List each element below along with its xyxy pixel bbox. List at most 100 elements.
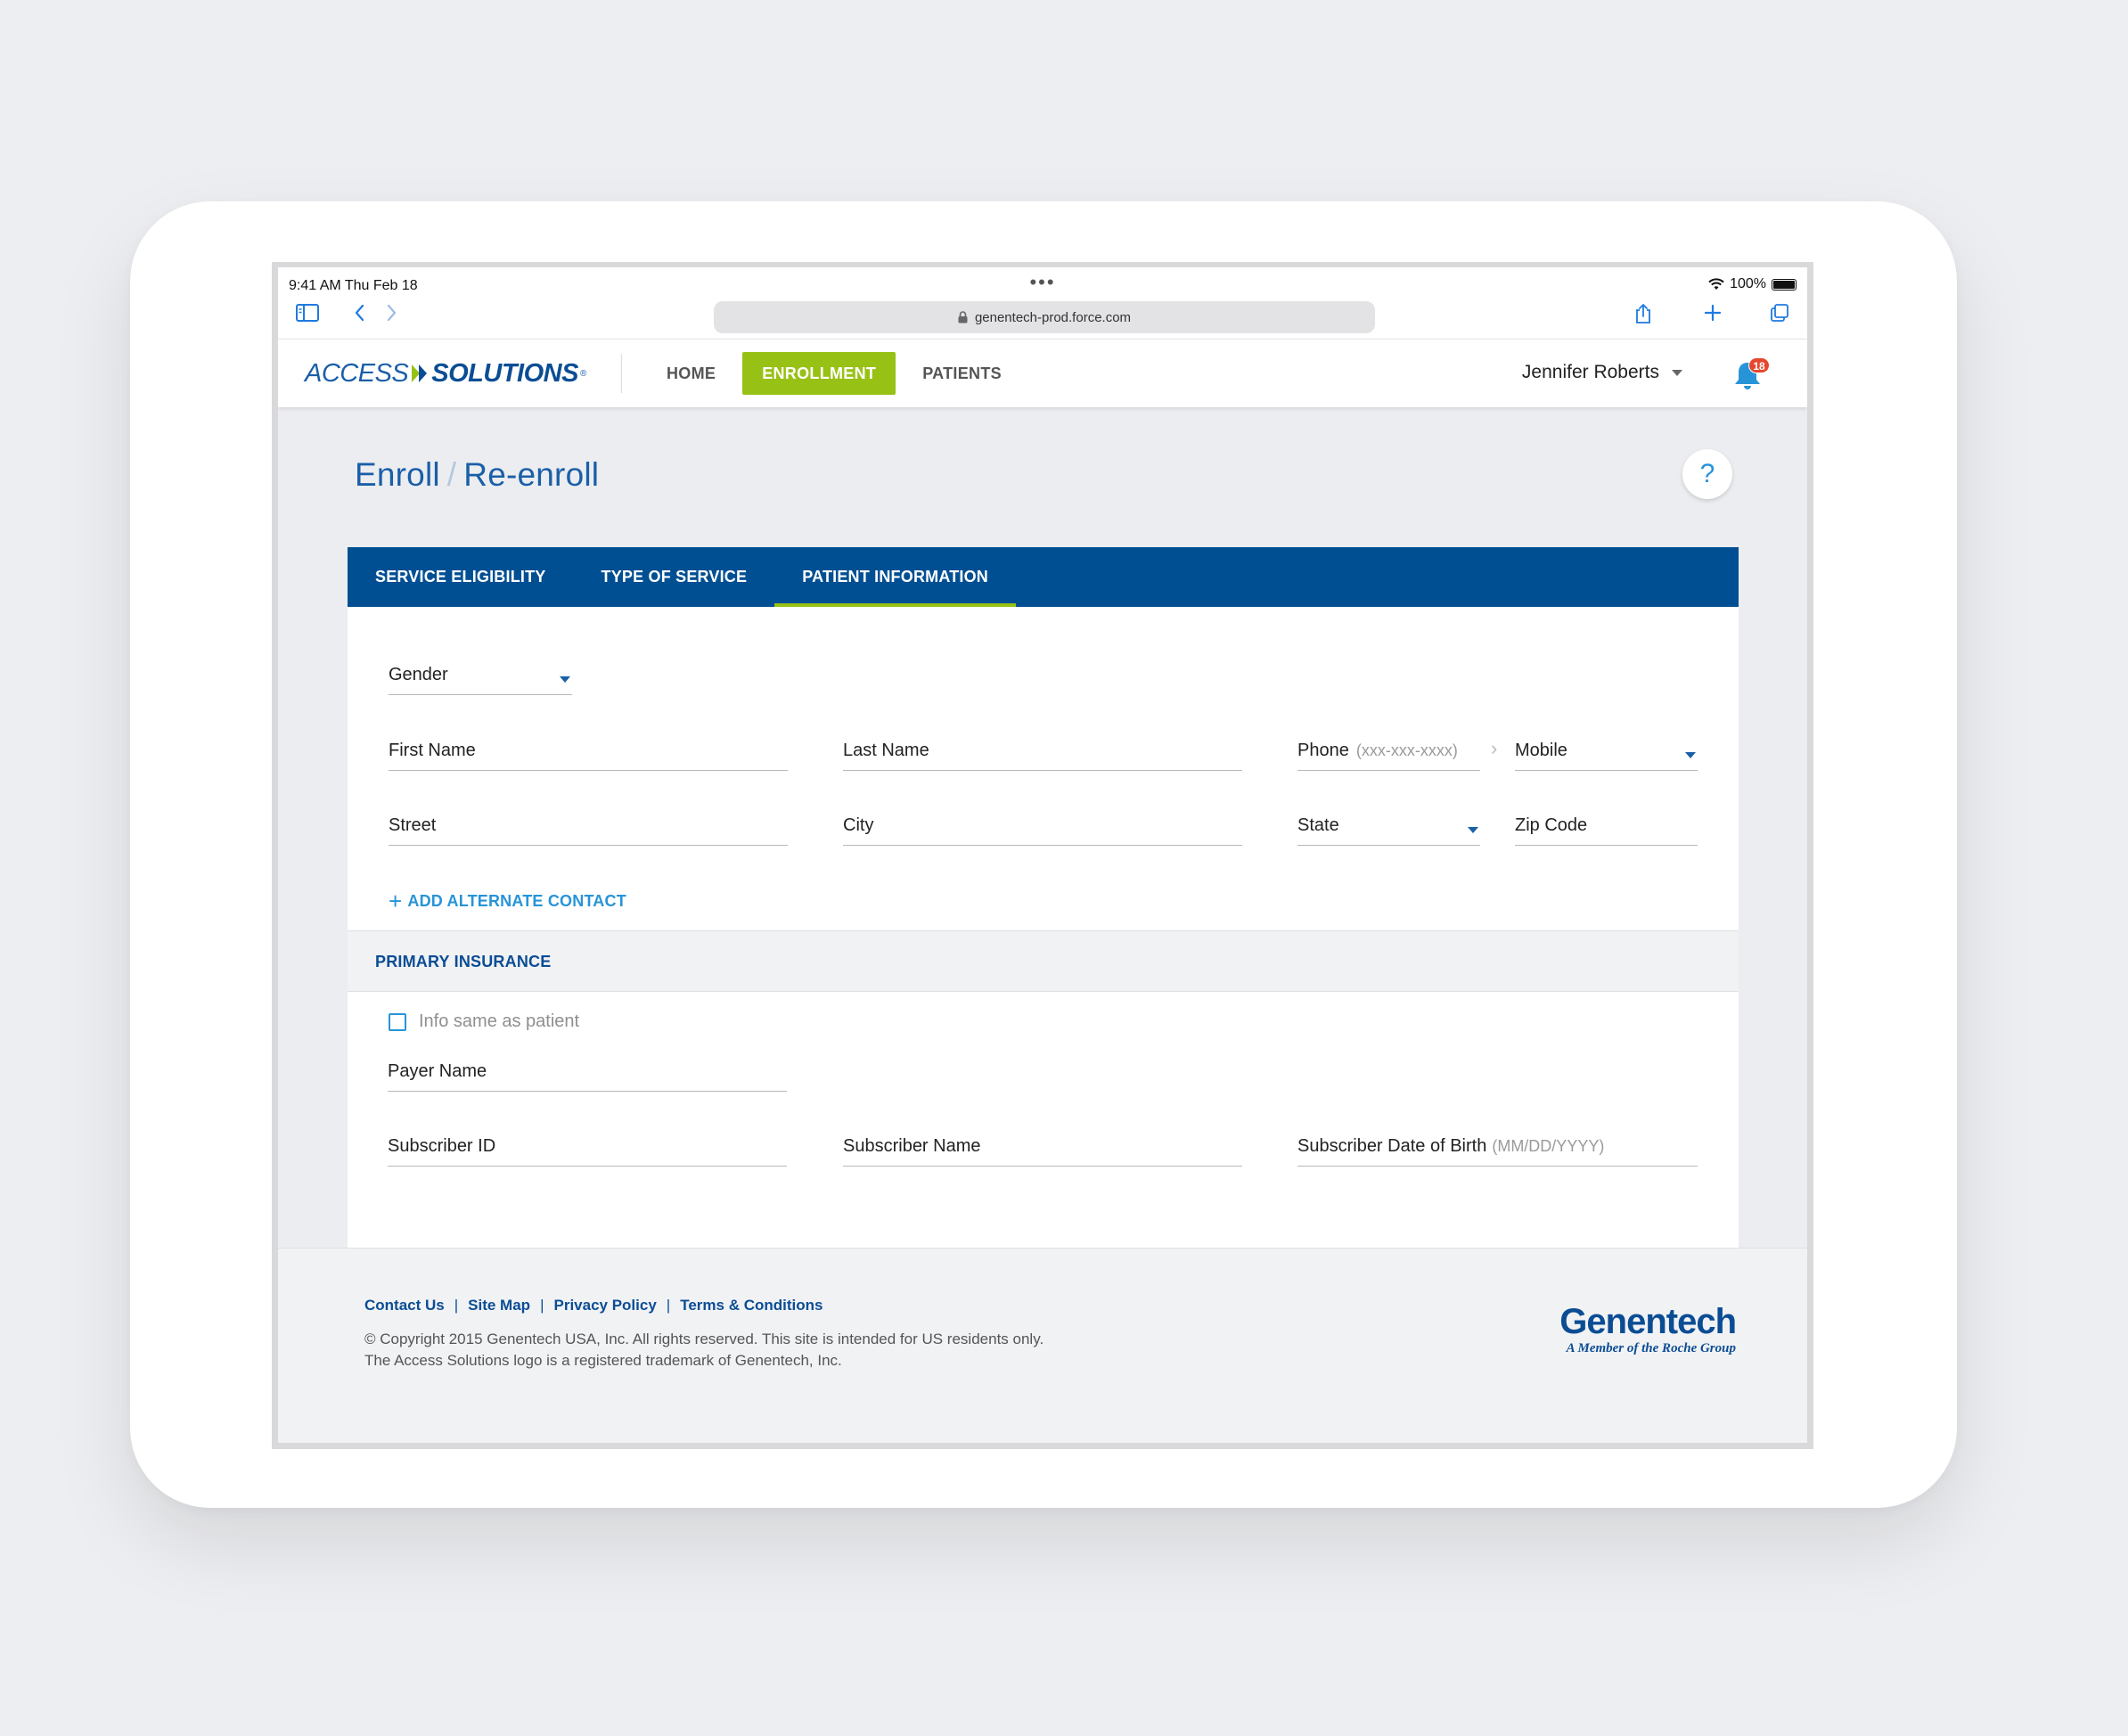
battery-percent: 100%	[1730, 276, 1766, 291]
footer-links: Contact Us | Site Map | Privacy Policy |…	[364, 1297, 823, 1314]
sidebar-toggle-icon[interactable]	[296, 303, 319, 328]
main-content: Enroll / Re-enroll ? SERVICE ELIGIBILITY T…	[278, 406, 1807, 1248]
same-as-patient-label: Info same as patient	[419, 1011, 580, 1031]
new-tab-icon[interactable]	[1704, 303, 1722, 328]
subscriber-dob-label-text: Subscriber Date of Birth	[1297, 1136, 1487, 1156]
zip-code-input[interactable]: Zip Code	[1515, 810, 1698, 846]
back-icon[interactable]	[353, 303, 365, 329]
status-time: 9:41 AM Thu Feb 18	[289, 278, 418, 293]
user-name: Jennifer Roberts	[1521, 362, 1659, 382]
logo-text-access: ACCESS	[305, 358, 409, 388]
footer-copyright: © Copyright 2015 Genentech USA, Inc. All…	[364, 1331, 1044, 1347]
subscriber-dob-hint: (MM/DD/YYYY)	[1492, 1137, 1605, 1155]
page-title-enroll: Enroll	[355, 456, 440, 493]
logo-arrow-icon	[412, 364, 428, 382]
page-title-reenroll: Re-enroll	[463, 456, 600, 493]
access-solutions-logo[interactable]: ACCESS SOLUTIONS ®	[305, 357, 586, 389]
wifi-icon	[1708, 278, 1724, 290]
primary-insurance-section-header: PRIMARY INSURANCE	[348, 930, 1739, 992]
share-icon[interactable]	[1634, 303, 1652, 331]
street-label: Street	[389, 815, 437, 835]
last-name-input[interactable]: Last Name	[843, 735, 1242, 771]
gender-select[interactable]: Gender	[389, 659, 572, 695]
state-label: State	[1297, 815, 1339, 835]
phone-label: Phone (xxx-xxx-xxxx)	[1297, 741, 1458, 761]
notification-badge: 18	[1748, 357, 1770, 373]
registered-mark: ®	[579, 368, 587, 379]
multitask-dots[interactable]: •••	[1029, 271, 1055, 294]
subscriber-name-label: Subscriber Name	[843, 1136, 981, 1156]
footer-link-site-map[interactable]: Site Map	[468, 1297, 530, 1314]
city-input[interactable]: City	[843, 810, 1242, 846]
nav-patients[interactable]: PATIENTS	[903, 352, 1021, 395]
footer-separator: |	[454, 1297, 459, 1314]
payer-name-label: Payer Name	[388, 1061, 487, 1081]
chevron-down-icon	[1672, 369, 1682, 376]
last-name-label: Last Name	[843, 741, 929, 760]
chevron-right-icon: ›	[1491, 737, 1498, 759]
status-right: 100%	[1708, 276, 1797, 292]
first-name-label: First Name	[389, 741, 476, 760]
plus-icon: +	[389, 888, 403, 914]
main-nav: HOME ENROLLMENT PATIENTS	[647, 351, 1021, 396]
nav-home[interactable]: HOME	[647, 352, 735, 395]
footer-separator: |	[540, 1297, 544, 1314]
subscriber-id-label: Subscriber ID	[388, 1136, 496, 1156]
tab-service-eligibility[interactable]: SERVICE ELIGIBILITY	[348, 547, 574, 607]
enrollment-card: SERVICE ELIGIBILITY TYPE OF SERVICE PATI…	[348, 547, 1739, 1248]
add-alternate-contact-link[interactable]: + ADD ALTERNATE CONTACT	[389, 888, 626, 915]
phone-input[interactable]: Phone (xxx-xxx-xxxx)	[1297, 735, 1480, 771]
logo-text-solutions: SOLUTIONS	[431, 358, 578, 388]
city-label: City	[843, 815, 874, 835]
tablet-screen: 9:41 AM Thu Feb 18 ••• 100% genentech-pr…	[272, 262, 1813, 1449]
url-text: genentech-prod.force.com	[974, 309, 1132, 325]
first-name-input[interactable]: First Name	[389, 735, 788, 771]
genentech-logo-tagline: A Member of the Roche Group	[1566, 1341, 1736, 1355]
subscriber-name-input[interactable]: Subscriber Name	[843, 1131, 1242, 1167]
lock-icon	[958, 311, 968, 323]
state-select[interactable]: State	[1297, 810, 1480, 846]
footer-link-contact-us[interactable]: Contact Us	[364, 1297, 445, 1314]
help-button[interactable]: ?	[1682, 449, 1732, 499]
gender-label: Gender	[389, 665, 448, 684]
footer-trademark: The Access Solutions logo is a registere…	[364, 1352, 842, 1369]
street-input[interactable]: Street	[389, 810, 788, 846]
genentech-logo[interactable]: Genentech A Member of the Roche Group	[1559, 1302, 1737, 1356]
page-title: Enroll / Re-enroll	[355, 456, 599, 494]
tab-type-of-service[interactable]: TYPE OF SERVICE	[574, 547, 775, 607]
phone-label-text: Phone	[1297, 741, 1349, 760]
notifications-button[interactable]: 18	[1731, 354, 1770, 393]
address-bar[interactable]: genentech-prod.force.com	[714, 301, 1375, 333]
header-divider	[621, 354, 622, 393]
battery-icon	[1772, 278, 1797, 291]
phone-type-select[interactable]: Mobile	[1515, 735, 1698, 771]
footer-link-privacy-policy[interactable]: Privacy Policy	[553, 1297, 656, 1314]
subscriber-id-input[interactable]: Subscriber ID	[388, 1131, 787, 1167]
tab-patient-information[interactable]: PATIENT INFORMATION	[774, 547, 1016, 607]
genentech-logo-name: Genentech	[1559, 1302, 1737, 1341]
tabs-overview-icon[interactable]	[1770, 303, 1789, 329]
page-title-separator: /	[446, 456, 457, 493]
footer-link-terms[interactable]: Terms & Conditions	[680, 1297, 823, 1314]
enrollment-tabs: SERVICE ELIGIBILITY TYPE OF SERVICE PATI…	[348, 547, 1739, 607]
user-menu[interactable]: Jennifer Roberts	[1522, 362, 1682, 383]
zip-code-label: Zip Code	[1515, 815, 1588, 835]
site-footer: Contact Us | Site Map | Privacy Policy |…	[278, 1248, 1807, 1443]
primary-insurance-title: PRIMARY INSURANCE	[375, 953, 552, 970]
add-alternate-contact-label: ADD ALTERNATE CONTACT	[407, 892, 626, 910]
chevron-down-icon	[560, 676, 570, 683]
phone-type-label: Mobile	[1515, 741, 1567, 760]
subscriber-dob-input[interactable]: Subscriber Date of Birth (MM/DD/YYYY)	[1297, 1131, 1698, 1167]
subscriber-dob-label: Subscriber Date of Birth (MM/DD/YYYY)	[1297, 1136, 1604, 1157]
forward-icon[interactable]	[386, 303, 398, 329]
browser-toolbar: genentech-prod.force.com	[278, 294, 1807, 339]
nav-enrollment[interactable]: ENROLLMENT	[742, 352, 896, 395]
phone-format-hint: (xxx-xxx-xxxx)	[1355, 741, 1458, 759]
checkbox-icon	[389, 1012, 406, 1031]
payer-name-input[interactable]: Payer Name	[388, 1056, 787, 1092]
browser-viewport: 9:41 AM Thu Feb 18 ••• 100% genentech-pr…	[278, 267, 1807, 1443]
same-as-patient-checkbox[interactable]: Info same as patient	[389, 1011, 579, 1032]
chevron-down-icon	[1685, 752, 1696, 758]
footer-legal-text: © Copyright 2015 Genentech USA, Inc. All…	[364, 1329, 1044, 1372]
app-header: ACCESS SOLUTIONS ® HOME ENROLLMENT PATIE…	[278, 339, 1807, 407]
